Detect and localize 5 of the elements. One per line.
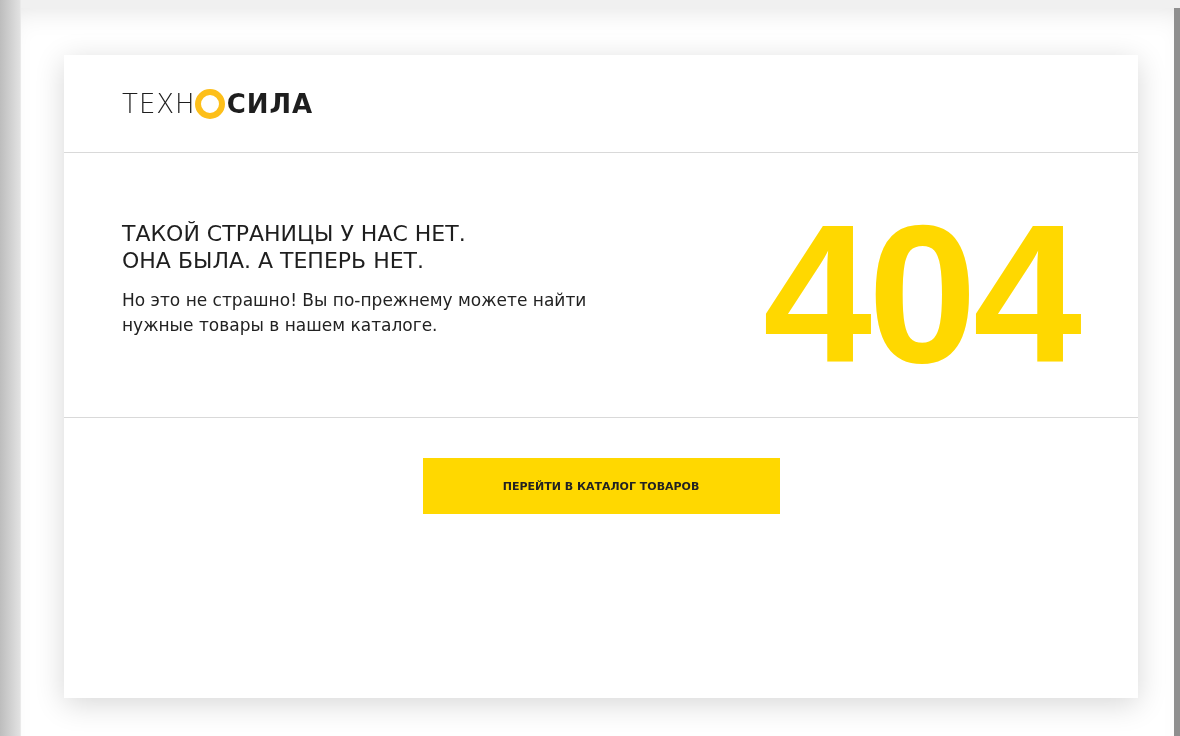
error-code: 404	[762, 215, 1078, 406]
catalog-button[interactable]: ПЕРЕЙТИ В КАТАЛОГ ТОВАРОВ	[422, 458, 780, 514]
message-text: Но это не страшно! Вы по-прежнему можете найти нужные товары в нашем каталоге.	[122, 289, 588, 337]
page-heading: ТАКОЙ СТРАНИЦЫ У НАС НЕТ. ОНА БЫЛА. А ТЕПЕРЬ НЕТ.	[122, 220, 467, 274]
logo[interactable]: ТЕХН СИЛА	[122, 87, 314, 120]
